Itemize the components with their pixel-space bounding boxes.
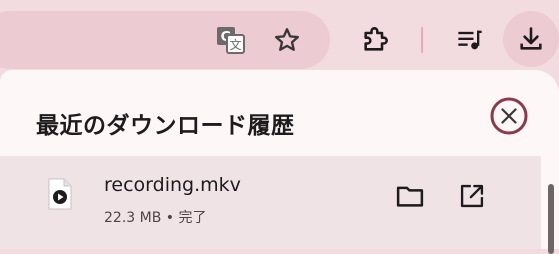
translate-button[interactable]: G 文 <box>210 19 252 61</box>
downloads-button[interactable] <box>503 11 559 67</box>
file-name[interactable]: recording.mkv <box>104 174 241 196</box>
download-icon <box>520 27 542 50</box>
panel-title: 最近のダウンロード履歴 <box>36 113 295 139</box>
scrollbar-thumb[interactable] <box>548 184 554 254</box>
close-button[interactable] <box>490 97 528 135</box>
open-external-icon <box>460 184 484 208</box>
folder-icon <box>396 186 424 207</box>
extensions-puzzle-icon <box>364 27 388 51</box>
open-file-button[interactable] <box>452 176 492 216</box>
scrollbar[interactable] <box>543 156 559 254</box>
extensions-button[interactable] <box>354 19 396 61</box>
toolbar-separator <box>421 27 423 53</box>
show-in-folder-button[interactable] <box>390 176 430 216</box>
svg-text:文: 文 <box>229 37 241 52</box>
star-icon <box>274 28 300 51</box>
media-playlist-icon <box>458 30 482 50</box>
bookmark-star-button[interactable] <box>266 19 308 61</box>
browser-toolbar: G 文 <box>0 0 559 80</box>
download-item[interactable]: recording.mkv 22.3 MB • 完了 <box>0 156 541 249</box>
close-icon <box>490 97 528 135</box>
media-controls-button[interactable] <box>449 19 491 61</box>
downloads-panel: 最近のダウンロード履歴 recording.mkv 22.3 MB • 完了 <box>0 70 559 249</box>
translate-icon: G 文 <box>217 27 245 54</box>
video-file-icon <box>48 178 72 210</box>
file-status: 22.3 MB • 完了 <box>104 210 207 226</box>
